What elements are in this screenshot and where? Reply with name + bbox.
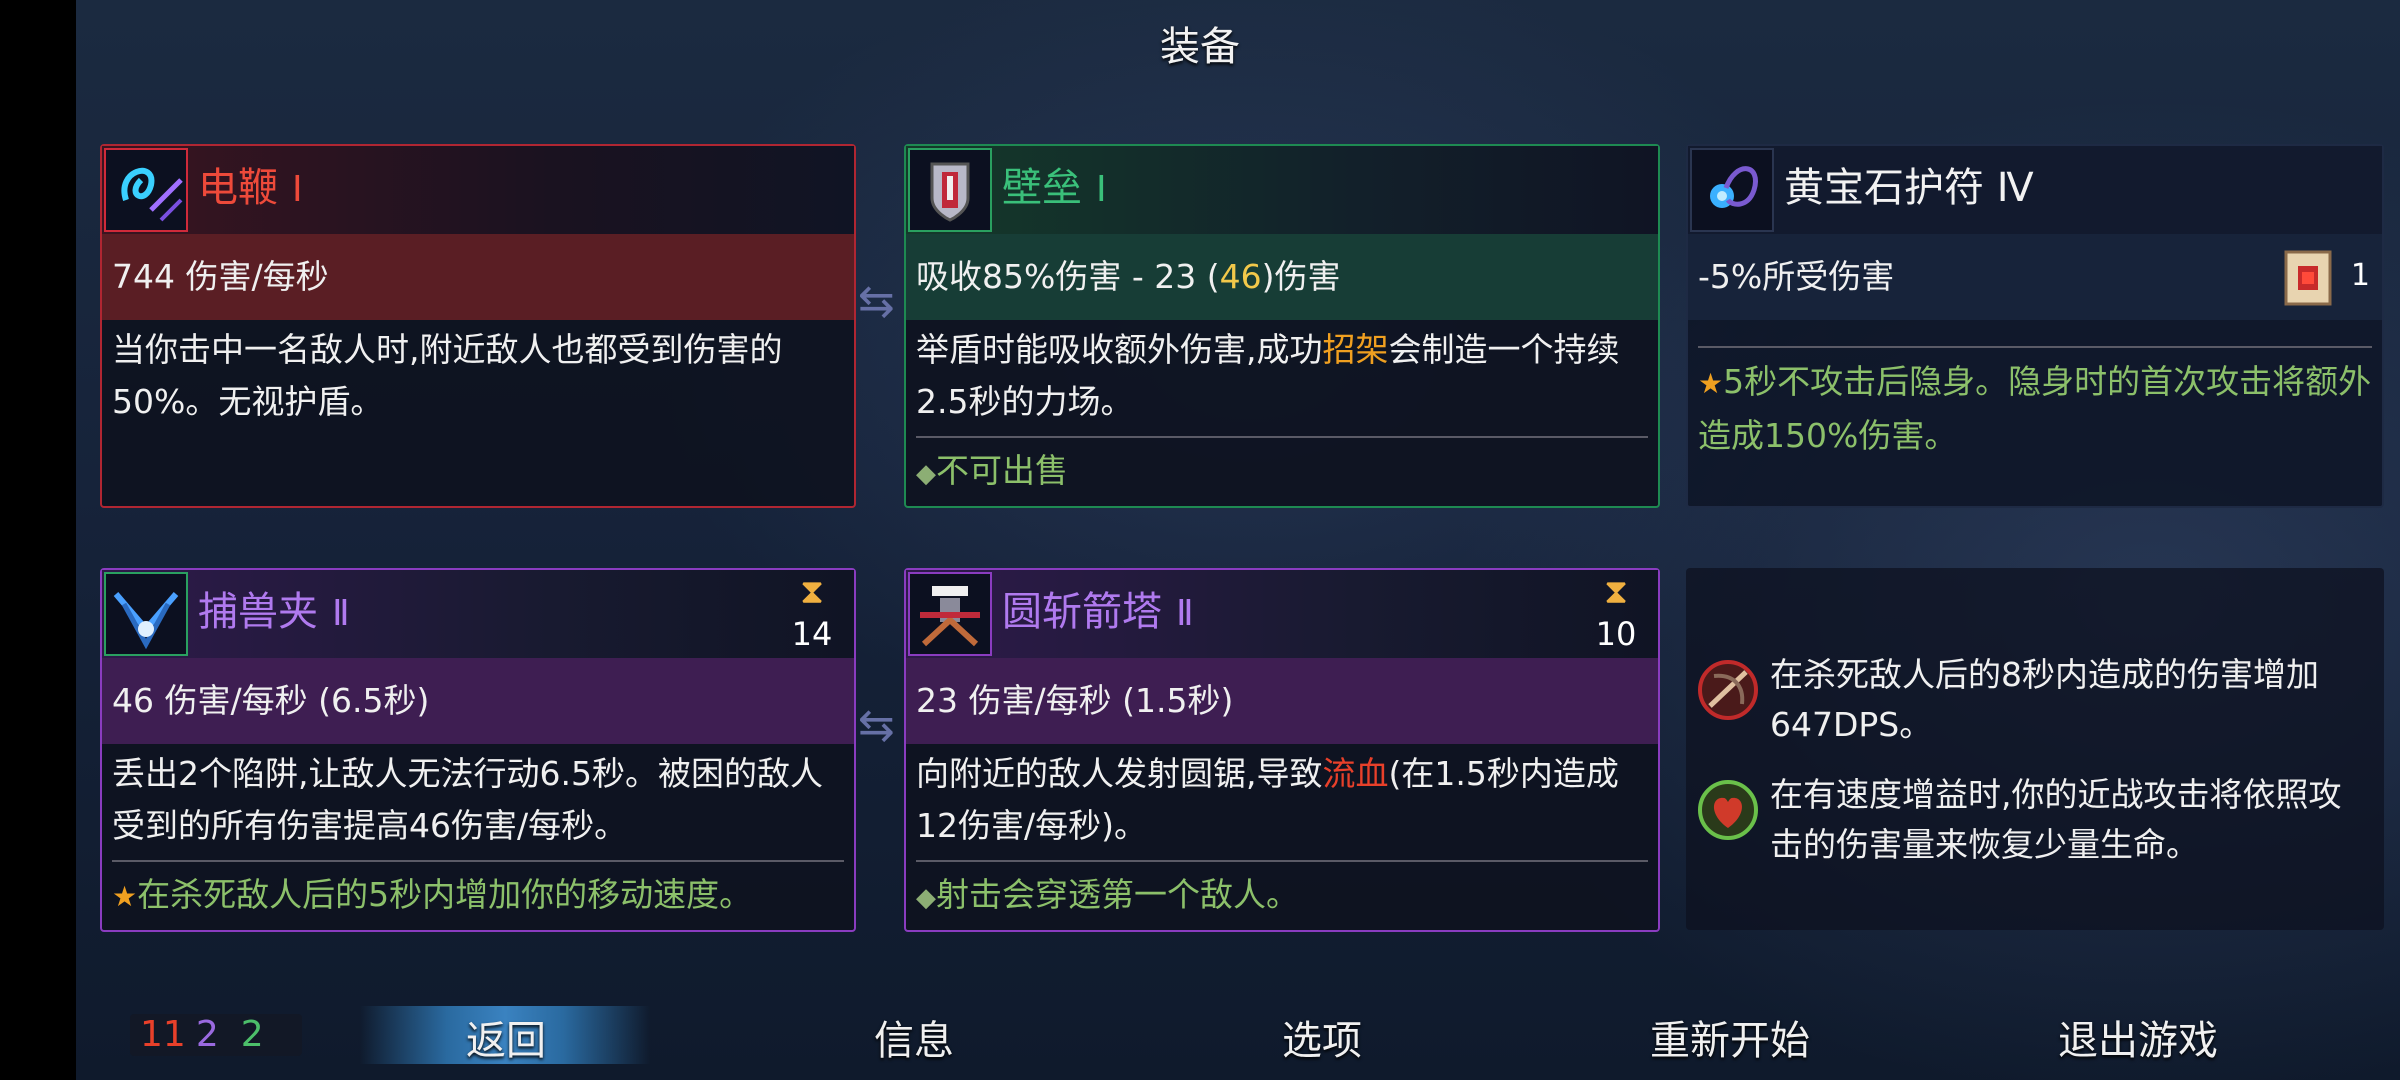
hourglass-icon: ⧗ xyxy=(800,572,824,612)
item-description: 丢出2个陷阱,让敌人无法行动6.5秒。被困的敌人受到的所有伤害提高46伤害/每秒… xyxy=(112,754,823,845)
divider xyxy=(1698,346,2372,348)
pause-inventory-screen: 装备 电鞭 Ⅰ 744 伤害/每秒 当你击中一名敌人时,附近敌人也都受到伤害的50… xyxy=(0,0,2400,1080)
crossbow-skull-icon xyxy=(1694,656,1762,724)
item-stat: 744 伤害/每秒 xyxy=(102,234,854,320)
cooldown: ⧗ 10 xyxy=(1586,572,1646,656)
item-stat: 46 伤害/每秒 (6.5秒) xyxy=(102,658,854,744)
item-name: 壁垒 Ⅰ xyxy=(1002,160,1107,218)
item-stat: 吸收85%伤害 - 23 (46)伤害 xyxy=(906,234,1658,320)
restart-button[interactable]: 重新开始 xyxy=(1650,1008,1810,1066)
bleeding-heart-icon xyxy=(1694,776,1762,844)
item-description: 举盾时能吸收额外伤害,成功招架会制造一个持续2.5秒的力场。 xyxy=(916,324,1648,428)
diamond-bullet-icon: ◆ xyxy=(916,459,936,489)
cooldown: ⧗ 14 xyxy=(782,572,842,656)
star-bullet-icon: ★ xyxy=(1698,367,1724,400)
item-name: 黄宝石护符 Ⅳ xyxy=(1784,165,2034,211)
swap-arrows-top[interactable]: ⇆ xyxy=(858,280,895,324)
diamond-bullet-icon: ◆ xyxy=(916,883,936,913)
card-header: 捕兽夹 Ⅱ ⧗ 14 xyxy=(102,570,854,658)
options-button[interactable]: 选项 xyxy=(1282,1008,1362,1066)
item-description: 向附近的敌人发射圆锯,导致流血(在1.5秒内造成12伤害/每秒)。 xyxy=(916,748,1648,852)
item-name-text: 电鞭 xyxy=(198,165,278,211)
mutation-text: 在有速度增益时,你的近战攻击将依照攻击的伤害量来恢复少量生命。 xyxy=(1770,775,2342,864)
divider xyxy=(916,860,1648,862)
mutation-item[interactable]: 在杀死敌人后的8秒内造成的伤害增加647DPS。 xyxy=(1694,650,2374,750)
footnote-text: 在杀死敌人后的5秒内增加你的移动速度。 xyxy=(137,875,753,914)
cooldown-value: 10 xyxy=(1595,615,1637,653)
mutation-item[interactable]: 在有速度增益时,你的近战攻击将依照攻击的伤害量来恢复少量生命。 xyxy=(1694,770,2374,870)
item-level: Ⅱ xyxy=(332,593,350,634)
survival-count: 2 xyxy=(240,1014,264,1055)
scroll-count: 1 xyxy=(2350,258,2370,293)
brutality-count: 11 xyxy=(140,1014,186,1055)
footnote-text: 射击会穿透第一个敌人。 xyxy=(936,875,1299,914)
scroll-stats-counter: 11 2 2 xyxy=(130,1014,302,1056)
stat-text-end: )伤害 xyxy=(1261,257,1341,296)
mutation-text: 在杀死敌人后的8秒内造成的伤害增加647DPS。 xyxy=(1770,655,2319,744)
stat-text: 吸收85%伤害 - 23 ( xyxy=(916,257,1220,296)
left-letterbox xyxy=(0,0,76,1080)
beartrap-icon xyxy=(104,572,188,656)
quit-game-button[interactable]: 退出游戏 xyxy=(2058,1008,2218,1066)
cooldown-value: 14 xyxy=(791,615,833,653)
weapon-card-whip[interactable]: 电鞭 Ⅰ 744 伤害/每秒 当你击中一名敌人时,附近敌人也都受到伤害的50%。无… xyxy=(100,144,856,508)
bleed-keyword: 流血 xyxy=(1322,754,1389,793)
tactics-count: 2 xyxy=(195,1014,219,1055)
item-description: 当你击中一名敌人时,附近敌人也都受到伤害的50%。无视护盾。 xyxy=(112,330,783,421)
card-header: 壁垒 Ⅰ xyxy=(906,146,1658,234)
turret-icon xyxy=(908,572,992,656)
item-footnote: ★在杀死敌人后的5秒内增加你的移动速度。 xyxy=(112,870,844,922)
item-name-text: 壁垒 xyxy=(1002,165,1082,211)
divider xyxy=(112,860,844,862)
item-name: 圆斩箭塔 Ⅱ xyxy=(1002,584,1194,642)
card-header: 电鞭 Ⅰ xyxy=(102,146,854,234)
back-button[interactable]: 返回 xyxy=(466,1008,546,1066)
mutations-panel: 在杀死敌人后的8秒内造成的伤害增加647DPS。 在有速度增益时,你的近战攻击将… xyxy=(1686,568,2384,930)
page-title: 装备 xyxy=(1160,24,1240,70)
topaz-amulet-icon xyxy=(1690,148,1774,232)
item-level: Ⅱ xyxy=(1176,593,1194,634)
star-bullet-icon: ★ xyxy=(112,880,138,913)
item-level: Ⅰ xyxy=(1096,169,1107,210)
item-name: 捕兽夹 Ⅱ xyxy=(198,584,350,642)
desc-text: 举盾时能吸收额外伤害,成功 xyxy=(916,330,1323,369)
skill-card-beartrap[interactable]: 捕兽夹 Ⅱ ⧗ 14 46 伤害/每秒 (6.5秒) 丢出2个陷阱,让敌人无法行动… xyxy=(100,568,856,932)
amulet-card[interactable]: 黄宝石护符 Ⅳ -5%所受伤害 1 ★5秒不攻击后隐身。隐身时的首次攻击将额外造… xyxy=(1686,144,2384,508)
rampart-shield-icon xyxy=(908,148,992,232)
brutality-scroll-icon xyxy=(2278,246,2338,310)
item-footnote: ◆射击会穿透第一个敌人。 xyxy=(916,870,1648,923)
footnote-text: 不可出售 xyxy=(936,451,1068,490)
stat-highlight: 46 xyxy=(1219,257,1262,296)
footnote-text: 5秒不攻击后隐身。隐身时的首次攻击将额外造成150%伤害。 xyxy=(1698,362,2372,455)
shield-card-rampart[interactable]: 壁垒 Ⅰ 吸收85%伤害 - 23 (46)伤害 举盾时能吸收额外伤害,成功招架会… xyxy=(904,144,1660,508)
electric-whip-icon xyxy=(104,148,188,232)
hourglass-icon: ⧗ xyxy=(1604,572,1628,612)
item-name: 电鞭 Ⅰ xyxy=(198,160,303,218)
divider xyxy=(916,436,1648,438)
swap-arrows-bottom[interactable]: ⇆ xyxy=(858,704,895,748)
item-stat: 23 伤害/每秒 (1.5秒) xyxy=(906,658,1658,744)
card-header: 圆斩箭塔 Ⅱ ⧗ 10 xyxy=(906,570,1658,658)
item-footnote: ★5秒不攻击后隐身。隐身时的首次攻击将额外造成150%伤害。 xyxy=(1698,356,2372,462)
desc-text: 向附近的敌人发射圆锯,导致 xyxy=(916,754,1323,793)
item-footnote: ◆不可出售 xyxy=(916,446,1648,499)
skill-card-sawblade-turret[interactable]: 圆斩箭塔 Ⅱ ⧗ 10 23 伤害/每秒 (1.5秒) 向附近的敌人发射圆锯,导致… xyxy=(904,568,1660,932)
parry-keyword: 招架 xyxy=(1322,330,1389,369)
card-header: 黄宝石护符 Ⅳ xyxy=(1688,146,2382,234)
item-name-text: 圆斩箭塔 xyxy=(1002,589,1162,635)
item-level: Ⅰ xyxy=(292,169,303,210)
info-button[interactable]: 信息 xyxy=(874,1008,954,1066)
item-name-text: 捕兽夹 xyxy=(198,589,318,635)
